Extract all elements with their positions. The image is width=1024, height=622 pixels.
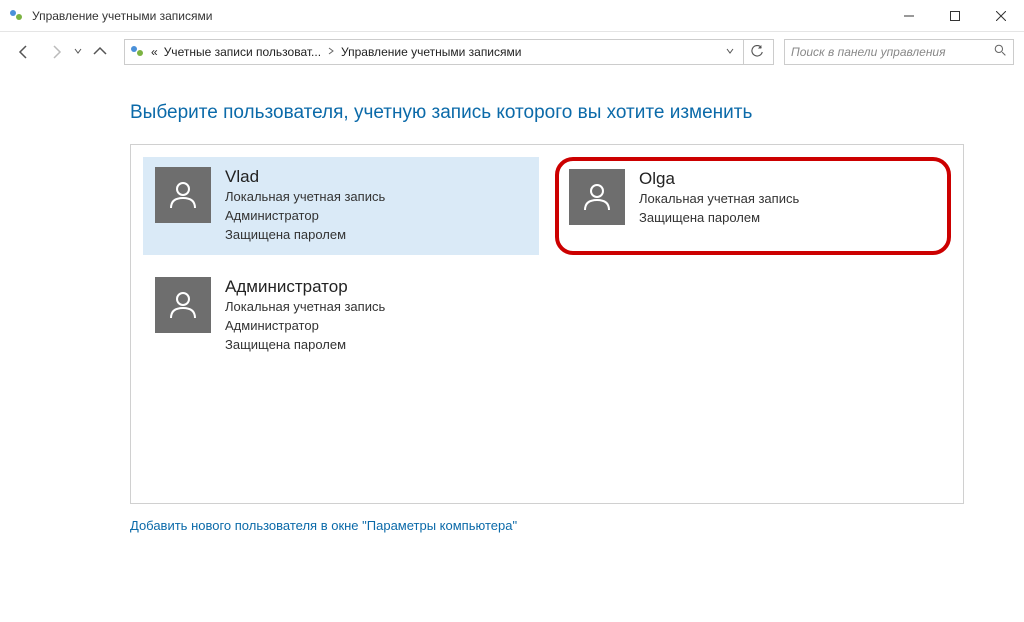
account-detail: Локальная учетная запись [639,190,799,208]
minimize-button[interactable] [886,0,932,31]
search-input[interactable] [791,45,994,59]
account-name: Vlad [225,167,385,187]
breadcrumb-item[interactable]: Управление учетными записями [341,45,521,59]
content: Выберите пользователя, учетную запись ко… [0,72,1024,553]
back-button[interactable] [10,38,38,66]
account-detail: Администратор [225,207,385,225]
maximize-button[interactable] [932,0,978,31]
account-detail: Защищена паролем [225,226,385,244]
account-card[interactable]: АдминистраторЛокальная учетная записьАдм… [143,267,539,365]
address-icon [129,44,145,60]
window-title: Управление учетными записями [32,9,886,23]
search-icon[interactable] [994,44,1007,60]
account-name: Администратор [225,277,385,297]
add-user-link[interactable]: Добавить нового пользователя в окне "Пар… [130,518,517,533]
user-avatar-icon [155,167,211,223]
account-detail: Защищена паролем [639,209,799,227]
close-button[interactable] [978,0,1024,31]
navbar: « Учетные записи пользоват... Управление… [0,32,1024,72]
address-dropdown[interactable] [722,47,738,58]
user-avatar-icon [569,169,625,225]
account-detail: Локальная учетная запись [225,188,385,206]
address-bar[interactable]: « Учетные записи пользоват... Управление… [124,39,774,65]
user-avatar-icon [155,277,211,333]
account-name: Olga [639,169,799,189]
forward-button[interactable] [42,38,70,66]
window-controls [886,0,1024,31]
account-card[interactable]: OlgaЛокальная учетная записьЗащищена пар… [555,157,951,255]
account-info: VladЛокальная учетная записьАдминистрато… [225,167,385,245]
refresh-button[interactable] [743,39,769,65]
history-dropdown[interactable] [74,47,82,57]
breadcrumb-item[interactable]: Учетные записи пользоват... [164,45,321,59]
page-heading: Выберите пользователя, учетную запись ко… [130,102,964,124]
account-detail: Локальная учетная запись [225,298,385,316]
breadcrumb-prefix: « [151,45,158,59]
account-detail: Защищена паролем [225,336,385,354]
account-info: OlgaЛокальная учетная записьЗащищена пар… [639,169,799,227]
app-icon [8,8,24,24]
account-detail: Администратор [225,317,385,335]
accounts-list: VladЛокальная учетная записьАдминистрато… [130,144,964,504]
search-box[interactable] [784,39,1014,65]
account-card[interactable]: VladЛокальная учетная записьАдминистрато… [143,157,539,255]
titlebar: Управление учетными записями [0,0,1024,32]
up-button[interactable] [86,38,114,66]
chevron-right-icon [327,47,335,58]
account-info: АдминистраторЛокальная учетная записьАдм… [225,277,385,355]
